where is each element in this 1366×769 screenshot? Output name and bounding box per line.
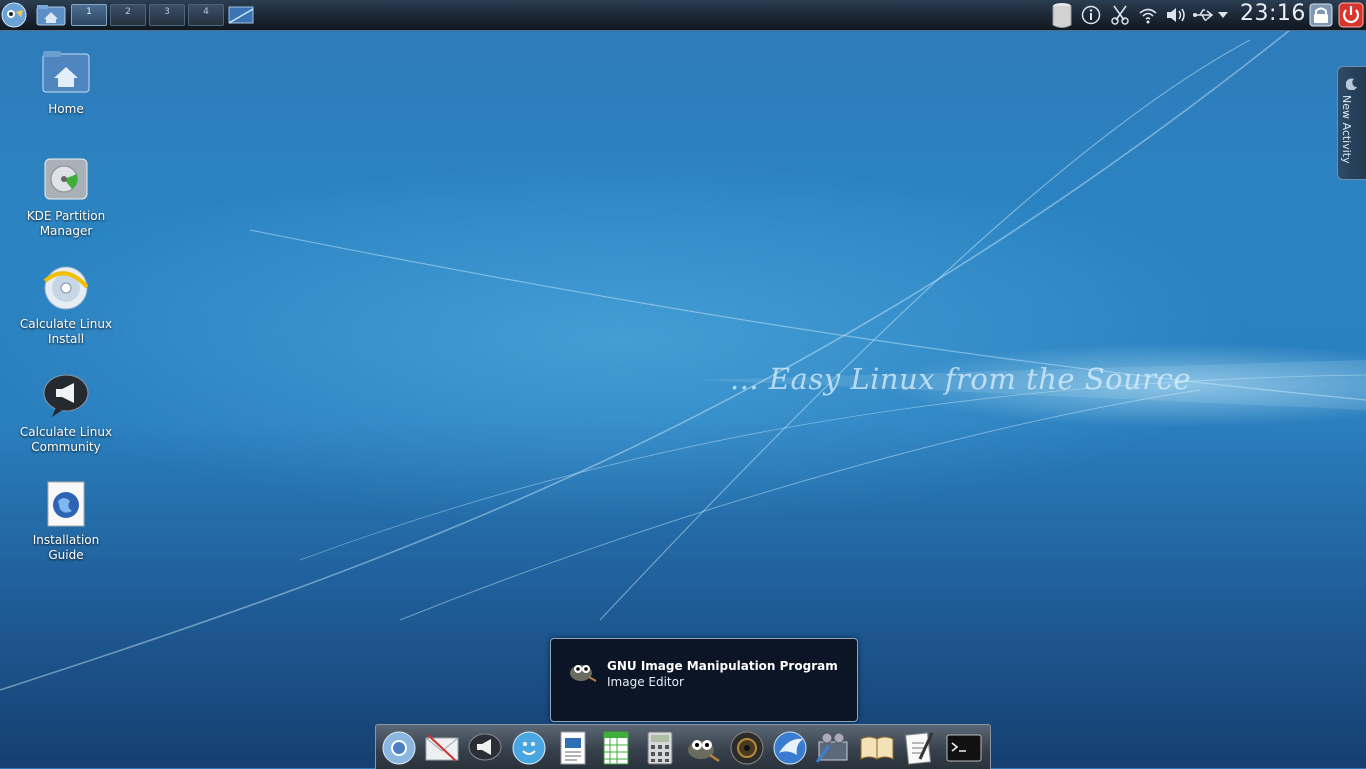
- desktop-icon-label: Home: [48, 102, 84, 116]
- moon-icon: [1345, 75, 1358, 94]
- camera-icon[interactable]: [728, 729, 766, 767]
- megaphone-bubble-icon: [42, 373, 90, 421]
- wallpaper-slogan: ... Easy Linux from the Source: [730, 362, 1192, 396]
- text-editor-icon[interactable]: [901, 729, 939, 767]
- writer-icon[interactable]: [554, 729, 592, 767]
- desktop-icon-label: Installation Guide: [32, 533, 100, 562]
- application-dock: [375, 724, 991, 769]
- desktop-icon-label: Calculate Linux Install: [19, 317, 113, 346]
- pager-desktop-3[interactable]: 3: [149, 4, 185, 26]
- home-folder-icon[interactable]: [35, 2, 67, 28]
- desktop-icon-calculate-community[interactable]: Calculate Linux Community: [16, 373, 116, 455]
- new-activity-tab[interactable]: New Activity: [1337, 66, 1366, 180]
- clock[interactable]: 23:16: [1240, 1, 1306, 26]
- calc-spreadsheet-icon[interactable]: [597, 729, 635, 767]
- lock-screen-icon[interactable]: [1308, 2, 1334, 28]
- wifi-icon[interactable]: [1134, 6, 1162, 24]
- desktop-icon-home[interactable]: Home: [16, 50, 116, 117]
- video-editor-icon[interactable]: [814, 729, 852, 767]
- dictionary-icon[interactable]: [858, 729, 896, 767]
- info-icon[interactable]: [1076, 5, 1106, 25]
- chromium-icon[interactable]: [380, 729, 418, 767]
- desktop-icon-calculate-install[interactable]: Calculate Linux Install: [16, 265, 116, 347]
- desktop-icon-label: KDE Partition Manager: [26, 209, 106, 238]
- show-desktop-icon[interactable]: [228, 2, 254, 28]
- pager-desktop-2[interactable]: 2: [110, 4, 146, 26]
- desktop-icon-partition-manager[interactable]: KDE Partition Manager: [16, 157, 116, 239]
- gimp-icon: [567, 657, 597, 683]
- trash-icon[interactable]: [1048, 2, 1076, 28]
- usb-icon[interactable]: [1190, 7, 1216, 23]
- pager-desktop-4[interactable]: 4: [188, 4, 224, 26]
- dock-tooltip: GNU Image Manipulation Program Image Edi…: [550, 638, 858, 722]
- megaphone-icon[interactable]: [466, 729, 504, 767]
- globe-document-icon: [42, 481, 90, 529]
- tooltip-subtitle: Image Editor: [607, 675, 684, 689]
- desktop-pager[interactable]: 1 2 3 4: [71, 4, 224, 26]
- calculator-icon[interactable]: [641, 729, 679, 767]
- tray-expand-icon[interactable]: [1216, 11, 1230, 19]
- gimp-icon[interactable]: [684, 729, 722, 767]
- chat-icon[interactable]: [510, 729, 548, 767]
- tooltip-title: GNU Image Manipulation Program: [607, 659, 838, 673]
- home-folder-icon: [42, 50, 90, 98]
- terminal-icon[interactable]: [945, 729, 983, 767]
- volume-icon[interactable]: [1162, 6, 1190, 24]
- mail-icon[interactable]: [423, 729, 461, 767]
- top-panel: 1 2 3 4 23:16: [0, 0, 1366, 31]
- desktop-icon-label: Calculate Linux Community: [19, 425, 113, 454]
- power-icon[interactable]: [1338, 2, 1364, 28]
- partition-manager-icon: [42, 157, 90, 205]
- install-disc-icon: [42, 265, 90, 313]
- desktop-icon-installation-guide[interactable]: Installation Guide: [16, 481, 116, 563]
- scissors-icon[interactable]: [1106, 5, 1134, 25]
- pager-desktop-1[interactable]: 1: [71, 4, 107, 26]
- thunderbird-icon[interactable]: [771, 729, 809, 767]
- system-tray: [1048, 0, 1230, 30]
- new-activity-label: New Activity: [1340, 95, 1353, 164]
- kde-menu-icon[interactable]: [1, 2, 27, 28]
